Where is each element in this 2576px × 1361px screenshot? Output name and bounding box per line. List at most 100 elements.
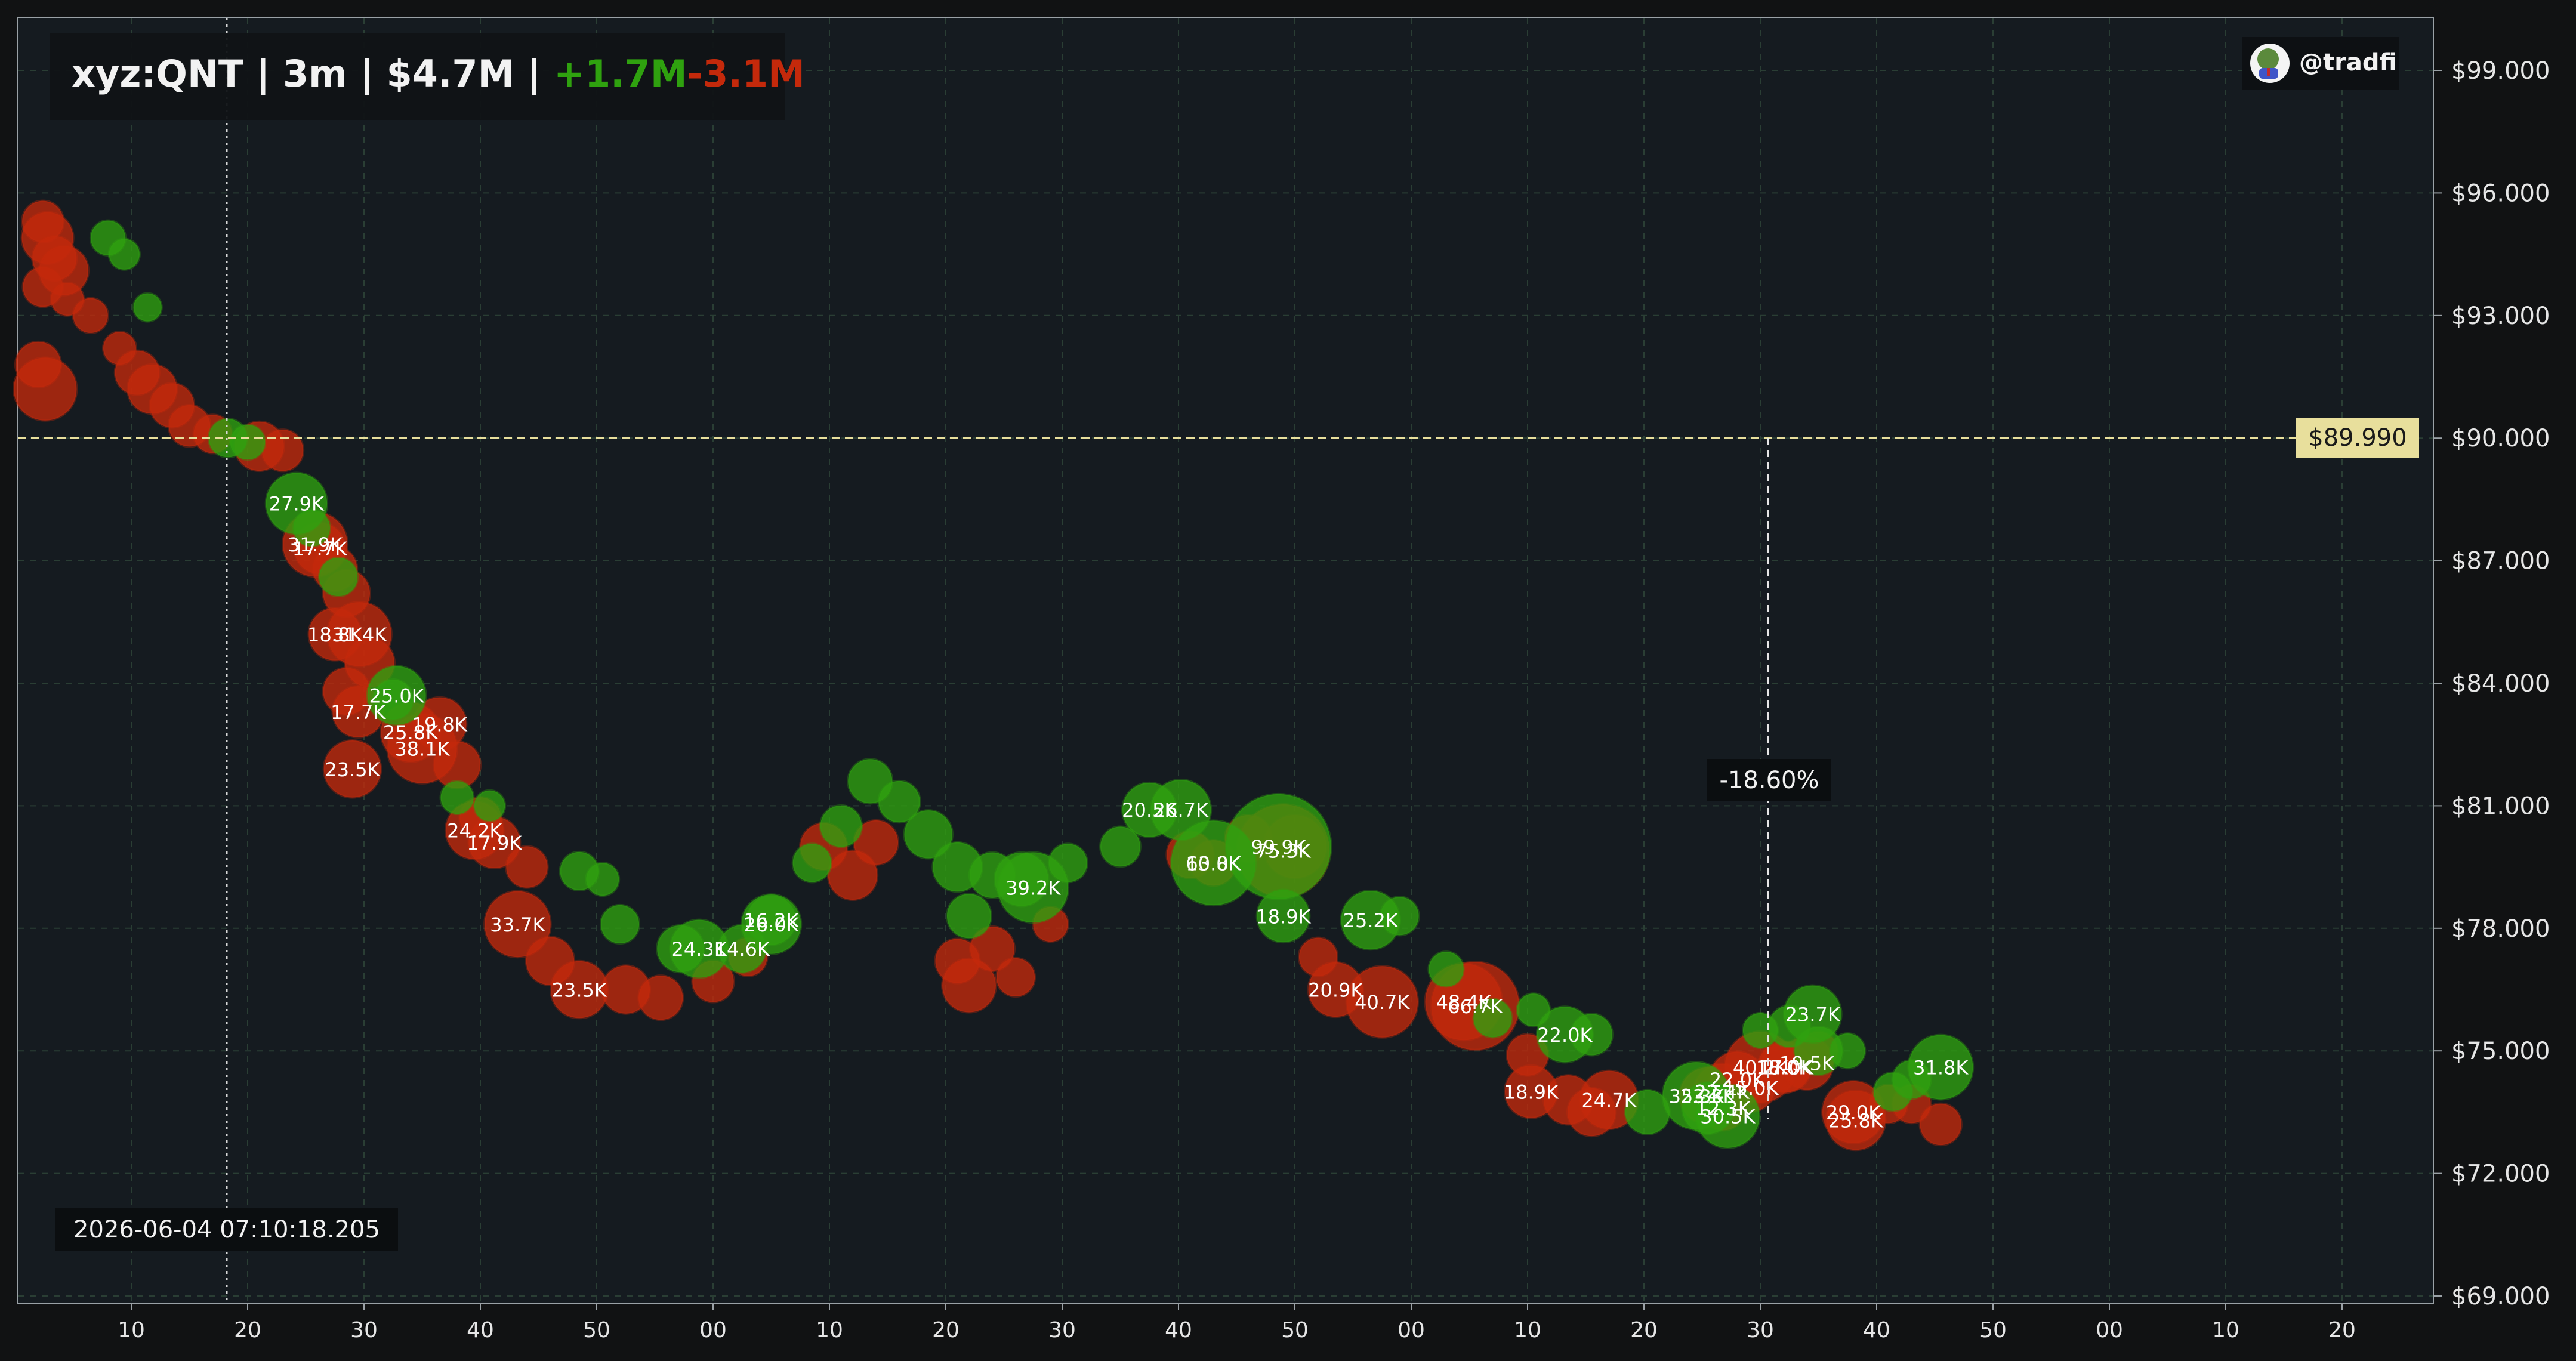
header-symbol: xyz:QNT [72,52,243,95]
bubble-label: 25.8K [1828,1110,1884,1132]
buy-bubble [318,556,359,598]
x-tick-label: 40 [1165,1318,1192,1343]
bubble-label: 23.5K [325,758,380,781]
buy-bubble [599,903,641,945]
bubble-label: 17.7K [331,701,386,724]
buy-bubble [585,862,621,897]
bubble-label: 17.9K [467,832,522,854]
bubble-label: 18.9K [1504,1081,1559,1104]
bubble-label: 38.1K [394,738,450,761]
buy-bubble [791,842,832,884]
x-tick-label: 10 [2212,1318,2239,1343]
reference-price-tag-text: $89.990 [2308,424,2407,452]
bubble-label: 26.7K [1153,799,1209,822]
y-tick-label: $99.000 [2451,57,2550,85]
sell-bubble [995,956,1036,998]
x-tick-label: 50 [1979,1318,2007,1343]
bubble-label: 16.2K [744,909,799,932]
bubble-label: 17.7K [292,538,348,560]
x-tick-label: 40 [1863,1318,1890,1343]
buy-bubble [473,789,507,823]
bubble-label: 18.9K [1255,905,1311,928]
x-tick-label: 50 [1281,1318,1309,1343]
x-tick-label: 00 [1397,1318,1425,1343]
crosshair-time-text: 2026-06-04 07:10:18.205 [73,1216,380,1243]
x-tick-label: 20 [1630,1318,1658,1343]
bubble-label: 14.6K [715,938,770,961]
avatar [2250,44,2290,83]
bubble-label: 23.5K [552,979,607,1002]
avatar-tie [2267,68,2270,76]
buy-bubble [819,804,863,848]
sell-bubble [260,428,305,473]
bubble-label: 31.8K [1913,1057,1969,1079]
x-tick-label: 00 [699,1318,727,1343]
crosshair-time-label: 2026-06-04 07:10:18.205 [55,1208,398,1251]
sell-bubble [72,297,109,334]
bubble-label: 13.0K [1186,852,1241,875]
sell-bubble [12,356,78,422]
bubble-label: 27.9K [269,493,325,516]
header-buy-volume: +1.7M [554,52,687,95]
header-volume: $4.7M [387,52,515,95]
bubble-label: 25.2K [1343,909,1399,932]
author-handle: @tradfi [2299,49,2397,76]
buy-bubble [132,292,163,323]
bubble-label: 66.7K [1448,995,1503,1018]
x-tick-label: 20 [932,1318,960,1343]
buy-bubble [107,237,141,271]
y-tick-label: $72.000 [2451,1161,2550,1188]
buy-bubble [945,893,993,940]
header-panel: xyz:QNT | 3m | $4.7M | +1.7M-3.1M [50,33,805,120]
bubble-label: 33.7K [490,913,545,936]
header-separator: | [347,52,387,96]
bubble-label: 40.7K [1355,991,1410,1014]
bubble-label: 15.0K [1723,1077,1779,1100]
y-tick-label: $75.000 [2451,1038,2550,1065]
y-tick-label: $84.000 [2451,670,2550,698]
y-tick-label: $69.000 [2451,1283,2550,1310]
y-tick-label: $78.000 [2451,915,2550,943]
bubble-label: 23.7K [1785,1004,1841,1026]
y-tick-label: $96.000 [2451,180,2550,207]
x-tick-label: 50 [583,1318,610,1343]
y-tick-label: $90.000 [2451,425,2550,452]
x-tick-label: 00 [2096,1318,2123,1343]
header-separator: | [514,52,554,96]
x-tick-label: 10 [118,1318,145,1343]
price-change-text: -18.60% [1720,767,1819,794]
x-tick-label: 40 [467,1318,494,1343]
y-tick-label: $81.000 [2451,792,2550,820]
bubble-label: 19.8K [412,713,468,736]
header-interval: 3m [283,52,347,95]
y-tick-label: $87.000 [2451,548,2550,575]
sell-bubble [637,974,684,1021]
price-change-box: -18.60% [1707,759,1831,801]
buy-bubble [1427,950,1465,988]
x-tick-label: 30 [1048,1318,1076,1343]
bubble-label: 39.2K [1005,877,1061,899]
bubble-label: 19.5K [1779,1053,1835,1075]
bubble-label: 22.0K [1537,1024,1593,1047]
buy-bubble [439,780,475,816]
bubble-label: 75.3K [1255,840,1311,863]
x-tick-label: 10 [816,1318,843,1343]
bubble-label: 24.7K [1581,1089,1637,1112]
trade-bubble-chart: 27.9K25.0K24.3K14.6K26.0K16.2K39.2K20.5K… [0,0,2576,1361]
bubble-label: 12.3K [1695,1097,1751,1120]
header-title: xyz:QNT | 3m | $4.7M | +1.7M-3.1M [72,52,805,96]
sell-bubble [1918,1102,1963,1147]
buy-bubble [1829,1032,1867,1070]
y-tick-label: $93.000 [2451,303,2550,330]
header-separator: | [243,52,283,96]
reference-price-tag: $89.990 [2296,418,2419,458]
header-sell-volume: -3.1M [687,52,805,95]
x-tick-label: 30 [350,1318,378,1343]
x-tick-label: 30 [1747,1318,1774,1343]
x-tick-label: 20 [2328,1318,2356,1343]
x-tick-label: 20 [234,1318,261,1343]
bubble-label: 31.4K [332,624,387,646]
buy-bubble [229,423,267,461]
author-badge[interactable]: @tradfi [2242,37,2399,90]
x-tick-label: 10 [1514,1318,1541,1343]
